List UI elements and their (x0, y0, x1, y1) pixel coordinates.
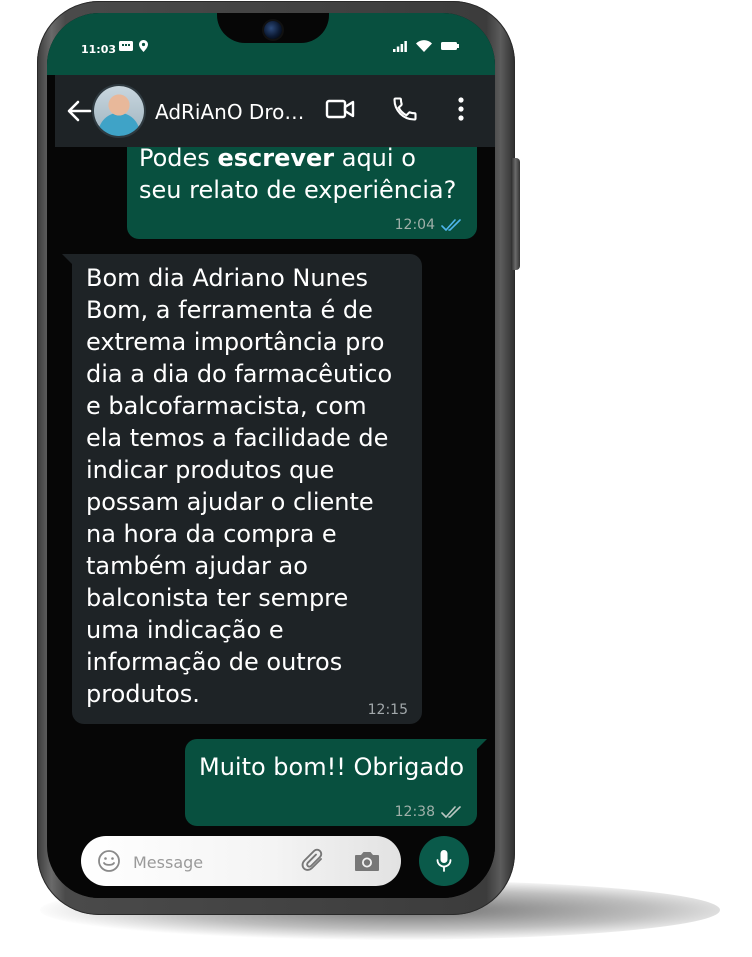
message-line: na hora da compra e (86, 520, 337, 548)
read-ticks-icon (441, 219, 461, 231)
message-text: Muito bom!! Obrigado (199, 753, 464, 781)
voice-message-button[interactable] (419, 836, 469, 886)
phone-side-button (511, 158, 520, 270)
message-line: uma indicação e (86, 616, 284, 644)
more-options-icon[interactable] (457, 95, 465, 123)
status-time: 11:03 (81, 43, 117, 56)
message-text-part: aqui o (334, 144, 416, 172)
back-arrow-icon[interactable] (65, 97, 93, 125)
contact-avatar[interactable] (94, 86, 144, 136)
message-bubble-outgoing[interactable]: Muito bom!! Obrigado 12:38 (185, 739, 487, 826)
message-line: possam ajudar o cliente (86, 488, 374, 516)
attachment-icon[interactable] (301, 847, 327, 875)
voice-call-icon[interactable] (391, 95, 419, 123)
contact-name[interactable]: AdRiAnO Drogaria (155, 100, 310, 124)
battery-icon (441, 42, 459, 50)
message-time: 12:04 (394, 217, 435, 233)
message-line: Bom, a ferramenta é de (86, 296, 373, 324)
chat-header: AdRiAnO Drogaria (55, 75, 495, 147)
delivered-ticks-icon (441, 806, 461, 818)
message-line: Bom dia Adriano Nunes (86, 264, 369, 292)
message-meta: 12:38 (395, 804, 463, 820)
wifi-icon (416, 40, 432, 52)
message-line: indicar produtos que (86, 456, 335, 484)
message-line: informação de outros (86, 648, 343, 676)
message-bubble-outgoing[interactable]: Podes escrever aqui o seu relato de expe… (127, 144, 477, 239)
message-text-bold: escrever (217, 144, 335, 172)
message-line: produtos. (86, 680, 200, 708)
message-text-part: seu relato de experiência? (139, 176, 457, 204)
message-time: 12:38 (394, 804, 435, 820)
message-text-part: Podes (139, 144, 218, 172)
front-camera (264, 21, 282, 39)
location-icon (139, 40, 148, 52)
emoji-icon[interactable] (97, 849, 121, 873)
microphone-icon (436, 850, 452, 872)
message-line: extrema importância pro (86, 328, 385, 356)
message-line: ela temos a facilidade de (86, 424, 389, 452)
message-line: dia a dia do farmacêutico (86, 360, 393, 388)
message-line: balconista ter sempre (86, 584, 349, 612)
message-text: Podes escrever aqui o seu relato de expe… (139, 142, 456, 206)
signal-icon (393, 40, 407, 52)
message-input[interactable] (131, 848, 285, 876)
message-line: também ajudar ao (86, 552, 308, 580)
status-bar: 11:03 (47, 13, 495, 75)
message-meta: 12:15 (368, 702, 408, 718)
message-composer (81, 836, 401, 886)
video-call-icon[interactable] (325, 95, 355, 123)
chat-area[interactable]: Podes escrever aqui o seu relato de expe… (55, 144, 495, 898)
message-meta: 12:04 (395, 217, 463, 233)
message-notification-icon (119, 41, 133, 51)
message-bubble-incoming[interactable]: Bom dia Adriano Nunes Bom, a ferramenta … (62, 254, 422, 724)
camera-icon[interactable] (353, 849, 381, 873)
message-time: 12:15 (367, 702, 408, 718)
status-icons-left (119, 40, 148, 52)
message-line: e balcofarmacista, com (86, 392, 367, 420)
message-text: Bom dia Adriano Nunes Bom, a ferramenta … (86, 262, 416, 710)
phone-screen: 11:03 AdRiAnO Drogaria Podes escrever aq… (47, 13, 495, 898)
status-icons-right (393, 40, 459, 52)
